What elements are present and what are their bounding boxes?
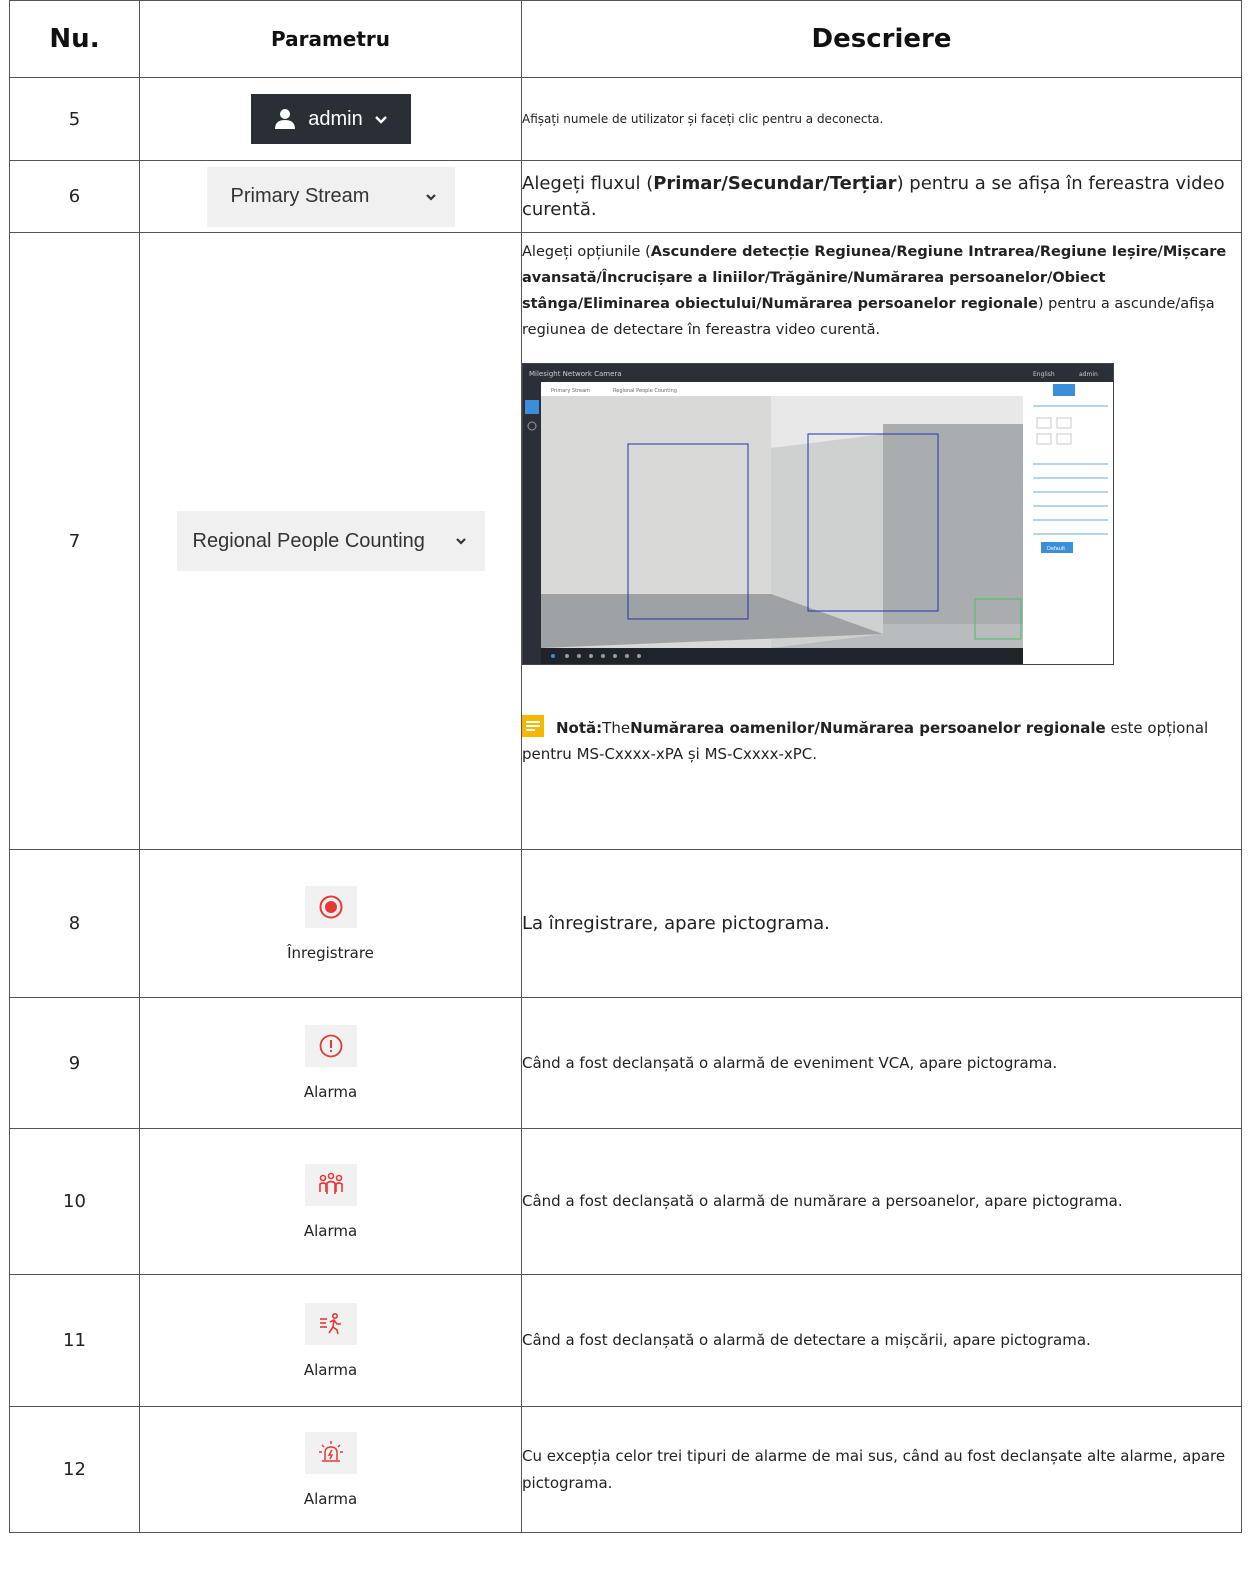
admin-user-button[interactable]: admin xyxy=(250,94,411,144)
chevron-down-icon xyxy=(455,538,466,545)
row-number: 10 xyxy=(9,1128,140,1275)
row-parameter: Alarma xyxy=(139,997,522,1129)
row-parameter: Alarma xyxy=(139,1406,522,1533)
icon-caption: Alarma xyxy=(303,1083,358,1101)
table-row: 12 Alarma Cu excepția celor trei tipuri … xyxy=(9,1406,1242,1533)
table-row: 5 admin Afișați numele de utilizator și … xyxy=(9,77,1242,161)
header-description: Descriere xyxy=(521,0,1242,78)
icon-caption: Înregistrare xyxy=(287,943,374,962)
row-number: 8 xyxy=(9,849,140,998)
row-parameter: Înregistrare xyxy=(139,849,522,998)
chevron-down-icon xyxy=(425,193,436,201)
table-row: 7 Regional People Counting Alegeți opțiu… xyxy=(9,232,1242,850)
note: Notă:TheNumărarea oamenilor/Numărarea pe… xyxy=(522,715,1241,767)
icon-caption: Alarma xyxy=(303,1489,358,1508)
svg-text:Primary Stream: Primary Stream xyxy=(551,388,590,394)
icon-caption: Alarma xyxy=(303,1221,358,1240)
table-row: 10 Alarma Când a fost declanșată o alarm… xyxy=(9,1128,1242,1275)
row-parameter: Primary Stream xyxy=(139,160,522,233)
table-row: 6 Primary Stream Alegeți fluxul (Primar/… xyxy=(9,160,1242,233)
camera-web-ui-screenshot: Milesight Network Camera English admin P… xyxy=(522,363,1114,665)
chevron-down-icon xyxy=(374,116,387,124)
record-icon xyxy=(304,885,357,928)
user-menu: admin xyxy=(1079,371,1098,378)
camera-view-image: Milesight Network Camera English admin P… xyxy=(523,364,1113,664)
table-row: 8 Înregistrare La înregistrare, apare pi… xyxy=(9,849,1242,998)
user-icon xyxy=(275,109,296,129)
stream-select[interactable]: Primary Stream xyxy=(206,166,455,227)
row-parameter: Alarma xyxy=(139,1128,522,1275)
region-select-value: Regional People Counting xyxy=(192,529,425,552)
row-description: Când a fost declanșată o alarmă de eveni… xyxy=(521,997,1242,1129)
row-number: 5 xyxy=(9,77,140,161)
header-parameter: Parametru xyxy=(139,0,522,78)
row-description: La înregistrare, apare pictograma. xyxy=(521,849,1242,998)
row-number: 9 xyxy=(9,997,140,1129)
motion-icon xyxy=(304,1302,357,1345)
header-row: Nu. Parametru Descriere xyxy=(9,0,1242,78)
row-number: 11 xyxy=(9,1274,140,1407)
row-description: Când a fost declanșată o alarmă de detec… xyxy=(521,1274,1242,1407)
row-parameter: Alarma xyxy=(139,1274,522,1407)
options-description: Alegeți opțiunile (Ascundere detecție Re… xyxy=(522,244,1227,338)
row-parameter: admin xyxy=(139,77,522,161)
note-label: Notă: xyxy=(556,719,603,737)
row-number: 6 xyxy=(9,160,140,233)
header-number: Nu. xyxy=(9,0,140,78)
row-number: 12 xyxy=(9,1406,140,1533)
row-description: Când a fost declanșată o alarmă de număr… xyxy=(521,1128,1242,1275)
siren-icon xyxy=(304,1431,357,1474)
region-select[interactable]: Regional People Counting xyxy=(176,511,485,571)
icon-caption: Alarma xyxy=(303,1360,358,1379)
note-icon xyxy=(522,715,544,737)
table-row: 11 Alarma Când a fost declanșată o alarm… xyxy=(9,1274,1242,1407)
row-description: Alegeți opțiunile (Ascundere detecție Re… xyxy=(521,232,1242,850)
admin-username: admin xyxy=(308,107,363,130)
row-description: Alegeți fluxul (Primar/Secundar/Terțiar)… xyxy=(521,160,1242,233)
row-parameter: Regional People Counting xyxy=(139,232,522,850)
brand-logo: Milesight Network Camera xyxy=(529,370,622,378)
row-description: Afișați numele de utilizator și faceți c… xyxy=(521,77,1242,161)
alert-icon xyxy=(304,1025,357,1067)
table-row: 9 Alarma Când a fost declanșată o alarmă… xyxy=(9,997,1242,1129)
row-description: Cu excepția celor trei tipuri de alarme … xyxy=(521,1406,1242,1533)
default-button: Default xyxy=(1047,546,1065,552)
people-counting-icon xyxy=(304,1163,357,1206)
language-menu: English xyxy=(1033,371,1055,378)
stream-select-value: Primary Stream xyxy=(230,185,370,207)
row-number: 7 xyxy=(9,232,140,850)
svg-text:Regional People Counting: Regional People Counting xyxy=(613,388,677,394)
parameter-table: Nu. Parametru Descriere 5 admin Afișați … xyxy=(9,0,1242,1533)
